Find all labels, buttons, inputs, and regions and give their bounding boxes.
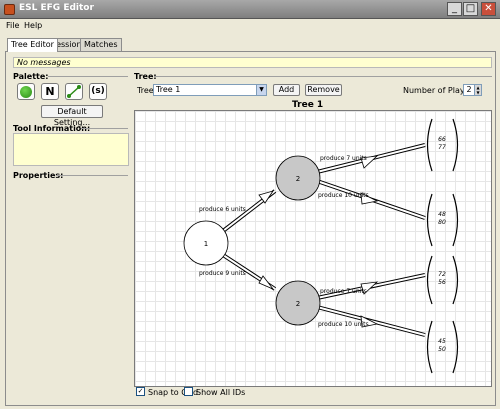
edge-label: produce 10 units: [318, 321, 369, 328]
minimize-button[interactable]: _: [447, 2, 462, 16]
edge-label: produce 7 units: [320, 288, 367, 295]
edge-tool-button[interactable]: [65, 83, 83, 100]
palette-title: Palette:: [13, 72, 49, 81]
close-button[interactable]: ✕: [481, 2, 496, 16]
chevron-down-icon[interactable]: ▼: [256, 85, 266, 95]
tree-select[interactable]: Tree 1 ▼: [153, 84, 267, 96]
tree-display-title: Tree 1: [292, 100, 324, 110]
tree-canvas[interactable]: produce 6 units produce 9 units produce …: [134, 110, 492, 387]
maximize-button[interactable]: □: [463, 2, 478, 16]
payoff-tool-button[interactable]: (s): [89, 83, 107, 100]
payoff-value: 45: [438, 338, 446, 345]
node-label: 2: [296, 175, 300, 183]
payoff-node[interactable]: 48 80: [426, 193, 459, 247]
payoff-value: 48: [438, 211, 446, 218]
payoff-value: 66: [438, 136, 446, 143]
edge-label: produce 7 units: [320, 155, 367, 162]
payoff-value: 77: [438, 144, 446, 151]
edge-label: produce 10 units: [318, 192, 369, 199]
message-bar: No messages: [13, 57, 492, 68]
tree-divider: [154, 76, 492, 77]
payoff-node[interactable]: 45 50: [426, 320, 459, 374]
tab-tree-editor[interactable]: Tree Editor: [7, 38, 58, 52]
payoff-value: 56: [438, 279, 446, 286]
players-spinner[interactable]: 2 ▲ ▼: [463, 84, 482, 96]
properties-divider: [56, 175, 128, 176]
app-icon: [4, 4, 15, 15]
palette-divider: [48, 76, 128, 77]
default-setting-button[interactable]: Default Setting...: [41, 105, 103, 127]
tool-information-box: [13, 133, 129, 166]
tab-matches[interactable]: Matches: [80, 38, 122, 51]
menu-help[interactable]: Help: [24, 21, 42, 30]
edge-label: produce 6 units: [199, 206, 246, 213]
add-tree-button[interactable]: Add: [273, 84, 300, 96]
snap-to-grid-checkbox[interactable]: ✓: [136, 387, 145, 396]
window-title: ESL EFG Editor: [19, 3, 94, 13]
nature-tool-button[interactable]: N: [41, 83, 59, 100]
edge-label: produce 9 units: [199, 270, 246, 277]
tree-select-value: Tree 1: [156, 85, 181, 94]
game-tree-diagram[interactable]: produce 6 units produce 9 units produce …: [135, 111, 491, 386]
decision-node-player-2[interactable]: 2: [275, 280, 321, 326]
payoff-node[interactable]: 66 77: [426, 118, 459, 172]
green-circle-icon: [20, 86, 32, 98]
tool-info-divider: [81, 128, 128, 129]
node-label: 1: [204, 240, 208, 248]
edge[interactable]: [316, 179, 426, 220]
title-bar: ESL EFG Editor _ □ ✕: [0, 0, 500, 19]
menu-bar: File Help: [0, 19, 500, 32]
show-all-ids-label: Show All IDs: [196, 388, 246, 397]
tool-information-title: Tool Information:: [13, 124, 91, 133]
payoff-value: 72: [438, 271, 446, 278]
show-all-ids-checkbox[interactable]: [184, 387, 193, 396]
payoff-value: 80: [438, 219, 446, 226]
menu-file[interactable]: File: [6, 21, 19, 30]
remove-tree-button[interactable]: Remove: [305, 84, 342, 96]
players-value: 2: [466, 85, 472, 94]
payoff-node[interactable]: 72 56: [426, 255, 459, 305]
decision-node-player-1[interactable]: 1: [183, 220, 229, 266]
tree-editor-panel: No messages Palette: N (s) Default Setti…: [5, 51, 496, 406]
spinner-down-icon[interactable]: ▼: [474, 90, 481, 95]
node-label: 2: [296, 300, 300, 308]
payoff-value: 50: [438, 346, 446, 353]
edge-icon: [67, 85, 81, 98]
node-tool-button[interactable]: [17, 83, 35, 100]
decision-node-player-2[interactable]: 2: [275, 155, 321, 201]
